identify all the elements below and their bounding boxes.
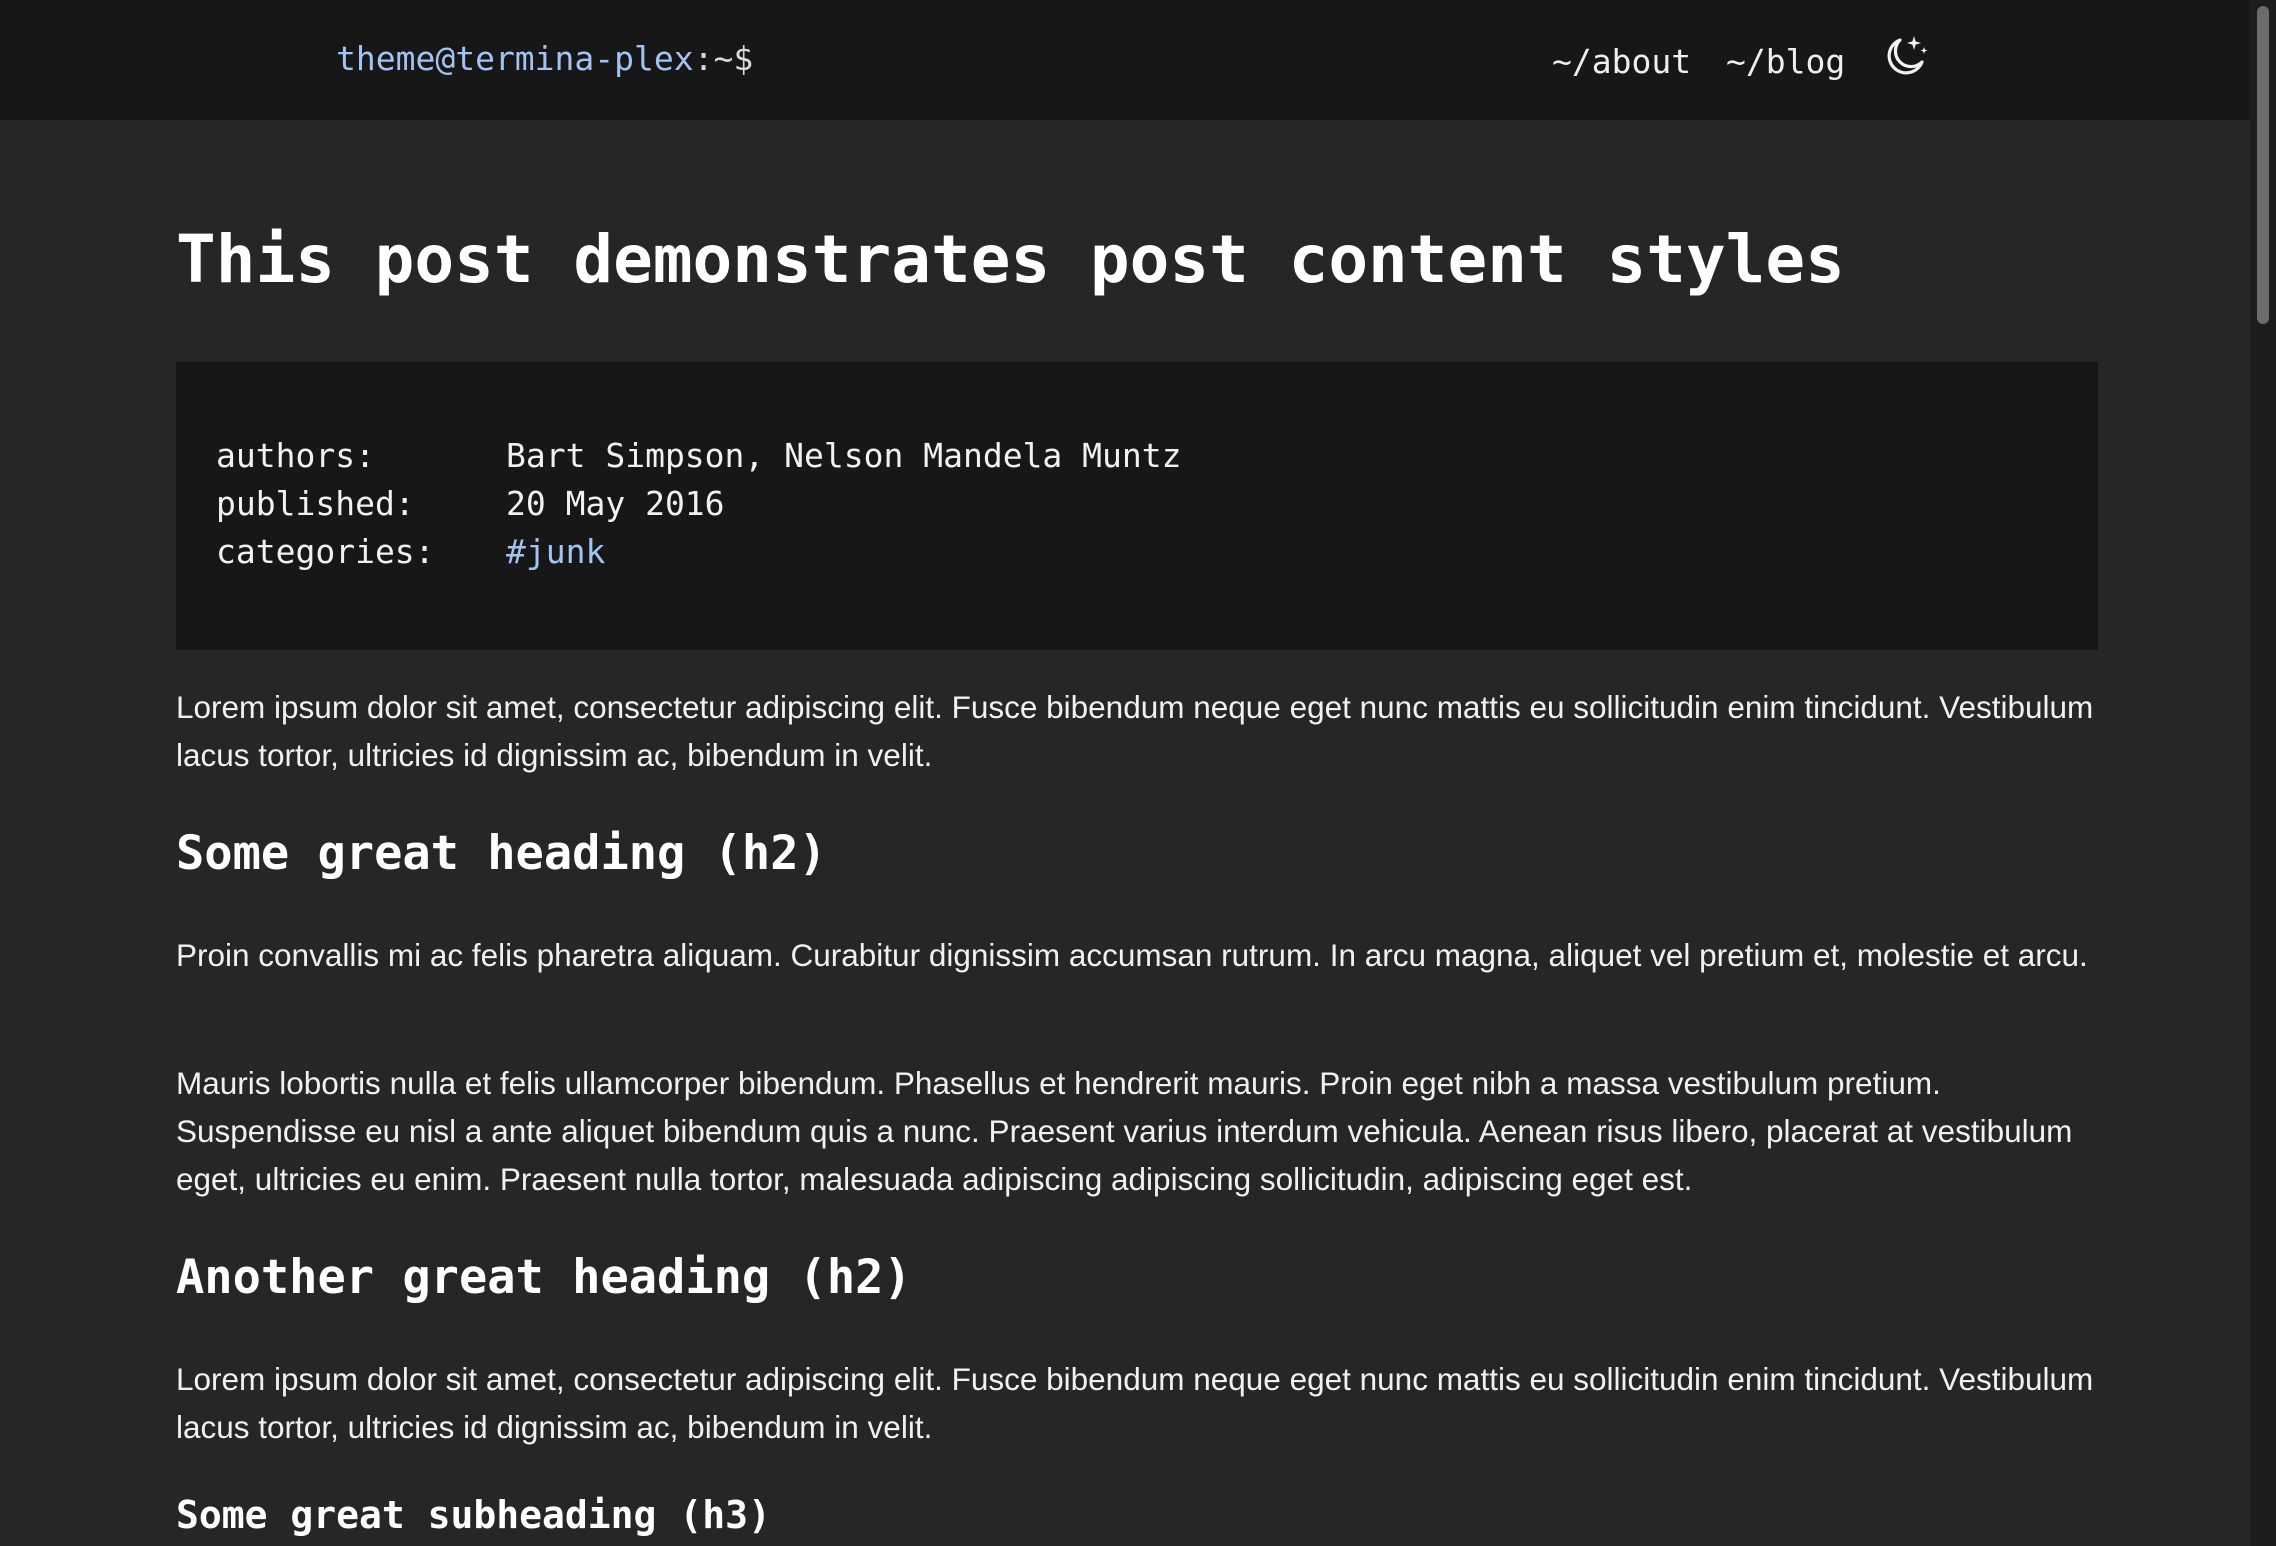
heading-h2: Another great heading (h2) xyxy=(176,1250,912,1305)
site-brand[interactable]: theme@termina-plex:~$ xyxy=(336,37,753,81)
meta-published-label: published: xyxy=(216,484,415,523)
scrollbar-thumb[interactable] xyxy=(2257,6,2269,324)
brand-prompt: :~$ xyxy=(693,39,754,78)
paragraph: Lorem ipsum dolor sit amet, consectetur … xyxy=(176,1361,2094,1445)
heading-h2: Some great heading (h2) xyxy=(176,826,827,881)
paragraph: Mauris lobortis nulla et felis ullamcorp… xyxy=(176,1065,2073,1197)
moon-stars-icon xyxy=(1887,36,1928,75)
post-title: This post demonstrates post content styl… xyxy=(176,221,1845,298)
brand-user[interactable]: theme@termina-plex xyxy=(336,39,694,78)
meta-published-value: 20 May 2016 xyxy=(506,484,725,523)
paragraph: Lorem ipsum dolor sit amet, consectetur … xyxy=(176,689,2094,773)
scrollbar[interactable] xyxy=(2250,0,2276,1546)
paragraph: Proin convallis mi ac felis pharetra ali… xyxy=(176,937,2088,973)
nav-link-blog[interactable]: ~/blog xyxy=(1726,40,1845,84)
meta-authors-label: authors: xyxy=(216,436,375,475)
category-link-junk[interactable]: #junk xyxy=(506,530,605,574)
meta-categories-label: categories: xyxy=(216,532,435,571)
post-meta-box: authors: Bart Simpson, Nelson Mandela Mu… xyxy=(176,362,2098,650)
heading-h3: Some great subheading (h3) xyxy=(176,1493,771,1537)
top-bar: theme@termina-plex:~$ ~/about ~/blog xyxy=(0,0,2250,120)
theme-toggle-button[interactable] xyxy=(1880,32,1930,82)
meta-authors-value: Bart Simpson, Nelson Mandela Muntz xyxy=(506,436,1182,475)
nav-link-about[interactable]: ~/about xyxy=(1552,40,1691,84)
